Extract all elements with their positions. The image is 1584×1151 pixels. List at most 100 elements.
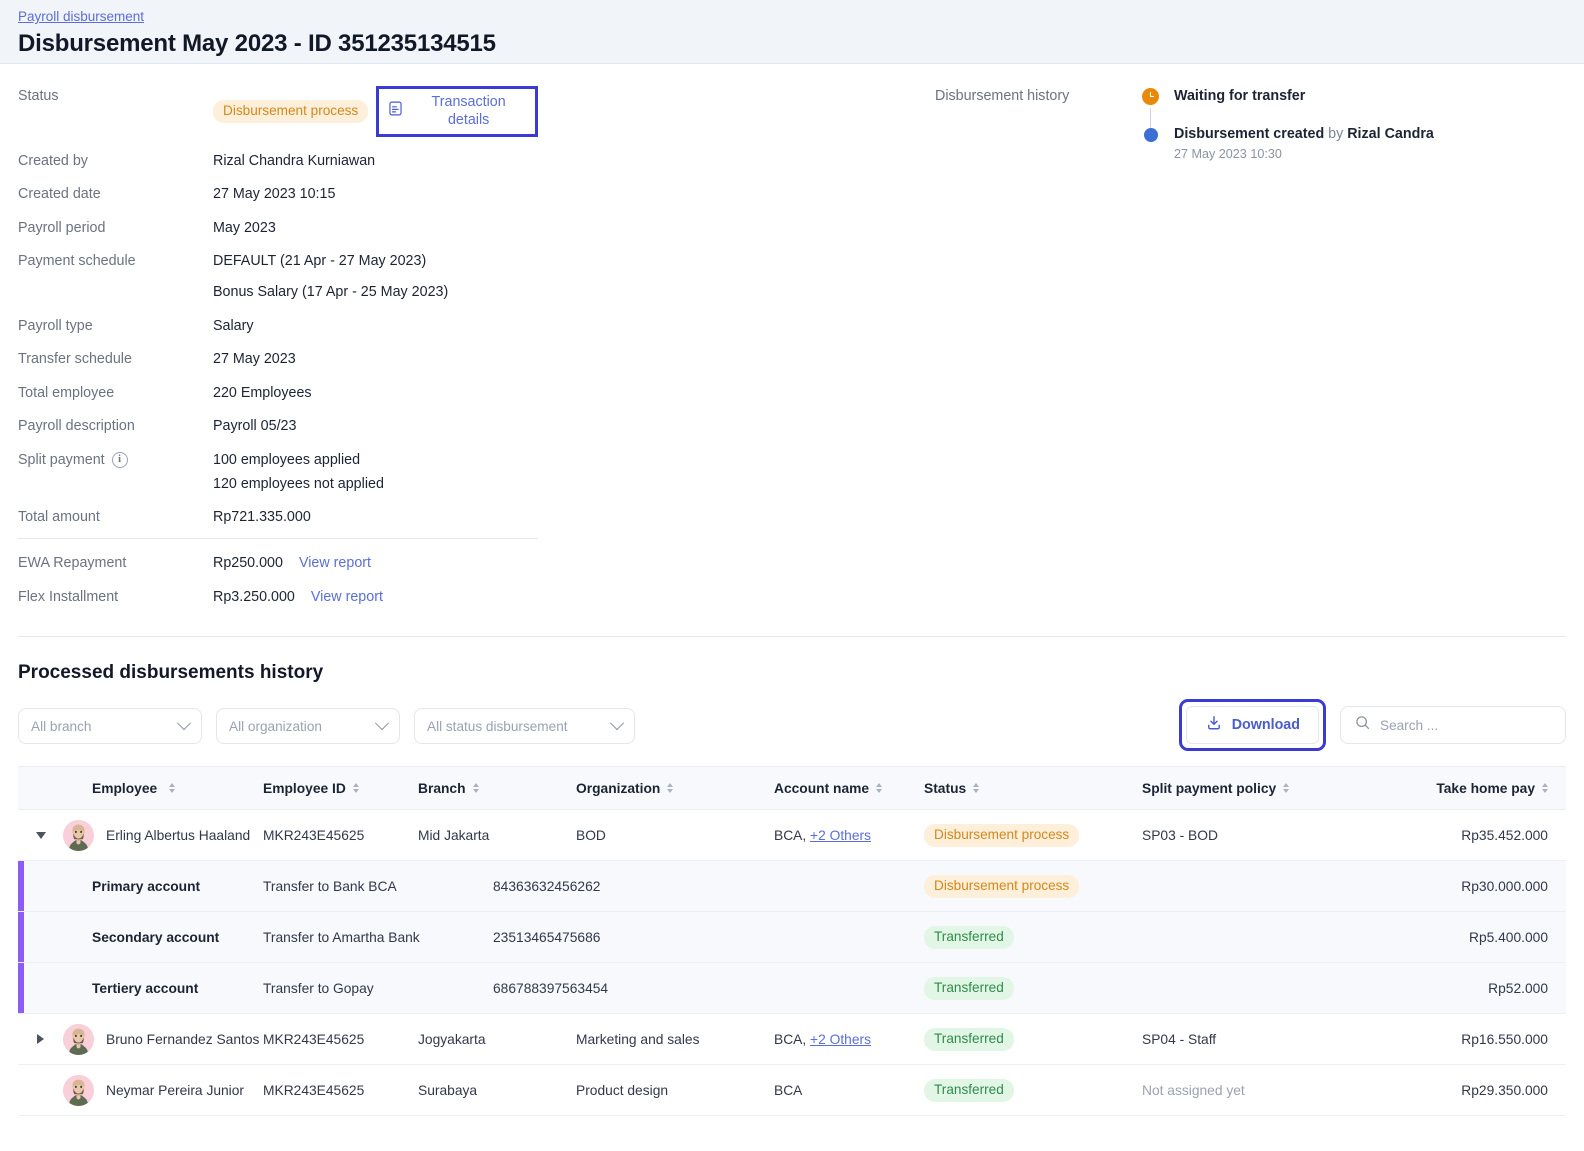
filter-organization-select[interactable]: All organization	[216, 708, 400, 744]
status-badge: Transferred	[924, 1079, 1014, 1102]
column-header-take-home-pay[interactable]: Take home pay	[1362, 781, 1566, 796]
status-badge: Disbursement process	[924, 875, 1079, 898]
table-subrow[interactable]: Tertiery account Transfer to Gopay 68678…	[18, 963, 1566, 1014]
page-header: Payroll disbursement Disbursement May 20…	[0, 0, 1584, 64]
info-icon[interactable]: i	[112, 452, 128, 468]
timeline-by-text: by	[1324, 126, 1347, 142]
status-value-group: Disbursement process Transaction details	[213, 86, 538, 137]
account-more-link[interactable]: +2 Others	[810, 1032, 871, 1047]
ewa-repayment-value-group: Rp250.000 View report	[213, 553, 371, 573]
section-divider	[18, 636, 1566, 637]
total-employee-value: 220 Employees	[213, 383, 312, 403]
table-row[interactable]: Neymar Pereira Junior MKR243E45625 Surab…	[18, 1065, 1566, 1116]
status-cell: Disbursement process	[924, 824, 1142, 847]
detail-row-flex-installment: Flex Installment Rp3.250.000 View report	[18, 587, 538, 607]
take-home-pay: Rp16.550.000	[1362, 1032, 1566, 1047]
transfer-schedule-value: 27 May 2023	[213, 349, 296, 369]
take-home-pay: Rp35.452.000	[1362, 828, 1566, 843]
split-payment-values: 100 employees applied 120 employees not …	[213, 450, 384, 494]
disbursement-detail-page: Payroll disbursement Disbursement May 20…	[0, 0, 1584, 1151]
disbursement-history: Disbursement history Waiting for transfe…	[935, 86, 1434, 163]
flex-view-report-link[interactable]: View report	[311, 589, 383, 605]
column-header-status[interactable]: Status	[924, 781, 1142, 796]
status-badge: Transferred	[924, 926, 1014, 949]
status-badge: Disbursement process	[924, 824, 1079, 847]
search-input[interactable]	[1380, 718, 1552, 733]
avatar	[63, 1075, 94, 1106]
table-header-row: Employee Employee ID Branch Organization…	[18, 766, 1566, 810]
search-box[interactable]	[1340, 706, 1566, 744]
subrow-account-type: Secondary account	[92, 930, 219, 945]
ewa-repayment-value: Rp250.000	[213, 555, 283, 571]
split-payment-policy: Not assigned yet	[1142, 1083, 1362, 1098]
account-name: BCA, +2 Others	[774, 1032, 924, 1047]
timeline-event-name: Disbursement created	[1174, 126, 1324, 142]
table-toolbar: All branch All organization All status d…	[18, 708, 1566, 744]
subrow-account-type: Tertiery account	[92, 981, 198, 996]
subrow-transfer-target: Transfer to Bank BCA	[263, 879, 493, 894]
detail-row-payroll-description: Payroll description Payroll 05/23	[18, 416, 538, 436]
status-badge: Transferred	[924, 977, 1014, 1000]
split-payment-policy: SP03 - BOD	[1142, 828, 1362, 843]
column-header-branch[interactable]: Branch	[418, 781, 576, 796]
subrow-account-type-cell: Tertiery account	[18, 981, 263, 996]
column-header-organization[interactable]: Organization	[576, 781, 774, 796]
chevron-down-icon	[610, 716, 624, 730]
account-name: BCA, +2 Others	[774, 828, 924, 843]
flex-installment-value-group: Rp3.250.000 View report	[213, 587, 383, 607]
status-cell: Transferred	[924, 1079, 1142, 1102]
table-row[interactable]: Bruno Fernandez Santos MKR243E45625 Jogy…	[18, 1014, 1566, 1065]
sort-icon	[973, 783, 979, 793]
column-header-employee-id-label: Employee ID	[263, 781, 346, 796]
ewa-repayment-label: EWA Repayment	[18, 553, 213, 573]
avatar	[63, 820, 94, 851]
column-header-account-name[interactable]: Account name	[774, 781, 924, 796]
table-subrow[interactable]: Secondary account Transfer to Amartha Ba…	[18, 912, 1566, 963]
transaction-details-button[interactable]: Transaction details	[376, 86, 538, 137]
column-header-take-home-pay-label: Take home pay	[1436, 781, 1535, 796]
ewa-view-report-link[interactable]: View report	[299, 555, 371, 571]
chevron-down-icon	[375, 716, 389, 730]
timeline-title-waiting: Waiting for transfer	[1174, 86, 1305, 106]
detail-row-created-by: Created by Rizal Chandra Kurniawan	[18, 151, 538, 171]
summary-section: Status Disbursement process Transa	[0, 64, 1584, 607]
table-row[interactable]: Erling Albertus Haaland MKR243E45625 Mid…	[18, 810, 1566, 861]
disbursement-history-label: Disbursement history	[935, 86, 1142, 163]
sort-icon	[473, 783, 479, 793]
take-home-pay: Rp29.350.000	[1362, 1083, 1566, 1098]
expand-row-icon[interactable]	[37, 1034, 44, 1044]
column-header-split-payment-policy[interactable]: Split payment policy	[1142, 781, 1362, 796]
download-button[interactable]: Download	[1186, 706, 1319, 744]
detail-row-transfer-schedule: Transfer schedule 27 May 2023	[18, 349, 538, 369]
status-cell: Transferred	[924, 1028, 1142, 1051]
row-expander-cell[interactable]	[18, 1034, 63, 1044]
status-badge: Transferred	[924, 1028, 1014, 1051]
sort-icon	[667, 783, 673, 793]
subrow-status-cell: Transferred	[924, 926, 1142, 949]
created-date-value: 27 May 2023 10:15	[213, 184, 335, 204]
table-body: Erling Albertus Haaland MKR243E45625 Mid…	[18, 810, 1566, 1116]
sort-icon	[353, 783, 359, 793]
filter-branch-select[interactable]: All branch	[18, 708, 202, 744]
payroll-period-value: May 2023	[213, 218, 276, 238]
total-amount-label: Total amount	[18, 507, 213, 527]
row-expander-cell[interactable]	[18, 832, 63, 839]
created-by-value: Rizal Chandra Kurniawan	[213, 151, 375, 171]
transaction-details-label: Transaction details	[412, 93, 525, 129]
sort-icon	[1283, 783, 1289, 793]
column-header-employee-id[interactable]: Employee ID	[263, 781, 418, 796]
subrow-status-cell: Transferred	[924, 977, 1142, 1000]
timeline-text-created: Disbursement created by Rizal Candra 27 …	[1174, 124, 1434, 163]
total-employee-label: Total employee	[18, 383, 213, 403]
breadcrumb-payroll-disbursement[interactable]: Payroll disbursement	[18, 8, 144, 26]
column-header-employee[interactable]: Employee	[18, 781, 263, 796]
collapse-row-icon[interactable]	[36, 832, 46, 839]
subrow-status-cell: Disbursement process	[924, 875, 1142, 898]
account-more-link[interactable]: +2 Others	[810, 828, 871, 843]
detail-row-ewa-repayment: EWA Repayment Rp250.000 View report	[18, 553, 538, 573]
filter-status-select[interactable]: All status disbursement	[414, 708, 635, 744]
table-subrow[interactable]: Primary account Transfer to Bank BCA 843…	[18, 861, 1566, 912]
timeline-date: 27 May 2023 10:30	[1174, 145, 1434, 163]
subrow-account-type: Primary account	[92, 879, 200, 894]
download-icon	[1205, 714, 1223, 736]
